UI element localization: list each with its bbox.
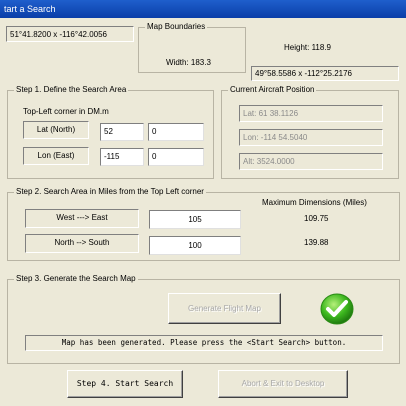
aircraft-lon-display: Lon: -114 54.5040 <box>239 129 383 146</box>
check-icon <box>320 293 354 325</box>
start-search-button[interactable]: Step 4. Start Search <box>67 370 183 398</box>
height-label: Height: 118.9 <box>284 43 331 52</box>
west-east-max: 109.75 <box>304 214 329 223</box>
abort-exit-button[interactable]: Abort & Exit to Desktop <box>218 370 348 398</box>
step1-title: Step 1. Define the Search Area <box>14 85 129 95</box>
status-message: Map has been generated. Please press the… <box>25 335 383 351</box>
aircraft-position-group: Current Aircraft Position Lat: 61 38.112… <box>221 85 399 179</box>
window-titlebar[interactable]: tart a Search <box>0 0 406 18</box>
lon-degrees-input[interactable]: -115 <box>100 148 144 166</box>
lat-label: Lat (North) <box>23 121 89 139</box>
step2-title: Step 2. Search Area in Miles from the To… <box>14 187 206 197</box>
north-south-input[interactable]: 100 <box>149 236 241 255</box>
step1-group: Step 1. Define the Search Area Top-Left … <box>7 85 214 179</box>
max-dimensions-title: Maximum Dimensions (Miles) <box>262 198 367 207</box>
lat-degrees-input[interactable]: 52 <box>100 123 144 141</box>
top-left-coords-display: 51°41.8200 x -116°42.0056 <box>6 26 134 42</box>
width-label: Width: 183.3 <box>166 58 211 67</box>
step1-subtitle: Top-Left corner in DM.m <box>23 107 109 116</box>
lat-minutes-input[interactable]: 0 <box>148 123 204 141</box>
bottom-right-coords-display: 49°58.5586 x -112°25.2176 <box>251 66 399 81</box>
north-south-label: North --> South <box>25 234 139 253</box>
generate-flight-map-button[interactable]: Generate Flight Map <box>168 293 281 324</box>
aircraft-lat-display: Lat: 61 38.1126 <box>239 105 383 122</box>
west-east-input[interactable]: 105 <box>149 210 241 229</box>
west-east-label: West ---> East <box>25 209 139 228</box>
north-south-max: 139.88 <box>304 238 329 247</box>
lon-label: Lon (East) <box>23 147 89 165</box>
window-title: tart a Search <box>4 4 56 14</box>
step2-group: Step 2. Search Area in Miles from the To… <box>7 187 400 261</box>
lon-minutes-input[interactable]: 0 <box>148 148 204 166</box>
step3-title: Step 3. Generate the Search Map <box>14 274 138 284</box>
step3-group: Step 3. Generate the Search Map Generate… <box>7 274 400 364</box>
aircraft-alt-display: Alt: 3524.0000 <box>239 153 383 170</box>
aircraft-position-title: Current Aircraft Position <box>228 85 317 95</box>
map-boundaries-group: Map Boundaries Width: 183.3 <box>138 22 246 73</box>
map-boundaries-title: Map Boundaries <box>145 22 208 32</box>
